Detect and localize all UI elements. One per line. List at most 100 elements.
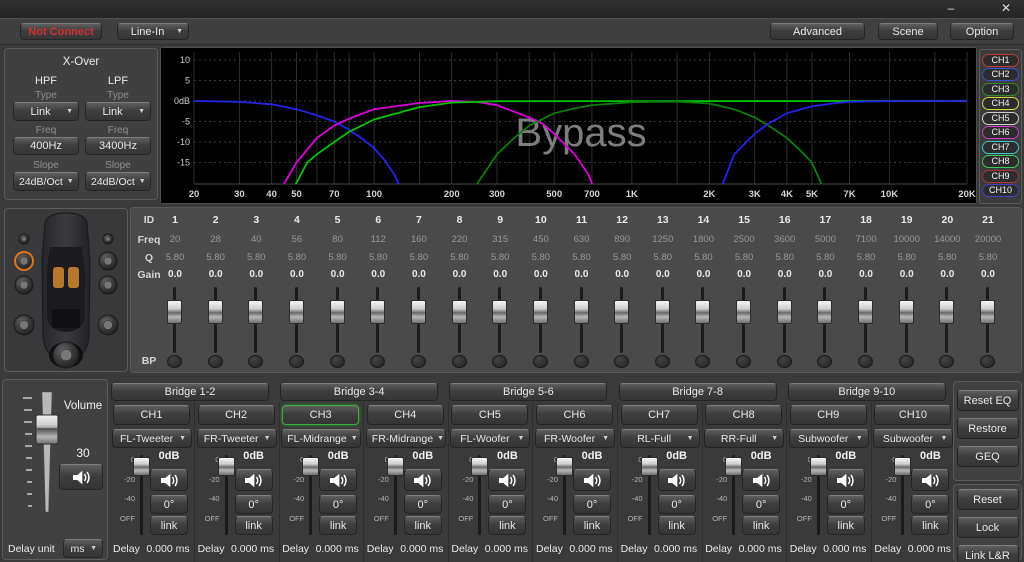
mute-button[interactable] [573,469,611,491]
graph-channel-button-ch10[interactable]: CH10 [982,184,1019,197]
channel-button-ch10[interactable]: CH10 [874,405,952,425]
eq-gain-slider-handle[interactable] [370,300,386,324]
channel-button-ch4[interactable]: CH4 [366,405,444,425]
advanced-button[interactable]: Advanced [770,23,865,40]
lock-button[interactable]: Lock [956,517,1019,538]
mute-button[interactable] [319,469,358,491]
bridge-button-4[interactable]: Bridge 7-8 [618,383,777,401]
speaker-fl-tweeter-icon[interactable] [18,233,30,245]
delay-unit-dropdown[interactable]: ms ▼ [63,539,103,558]
eq-gain-slider-handle[interactable] [980,300,995,324]
eq-bypass-button[interactable] [858,355,874,368]
eq-bypass-button[interactable] [451,355,467,368]
output-select-dropdown[interactable]: Subwoofer ▼ [873,429,954,448]
eq-bypass-button[interactable] [532,355,548,368]
speaker-fl-mid2-icon[interactable] [14,275,34,295]
eq-gain-slider-handle[interactable] [167,300,182,324]
channel-button-ch7[interactable]: CH7 [620,405,698,425]
speaker-fl-woofer-icon[interactable] [13,314,35,336]
eq-bypass-button[interactable] [695,355,711,368]
output-select-dropdown[interactable]: RL-Full ▼ [619,429,700,448]
eq-gain-slider-handle[interactable] [939,300,955,324]
output-select-dropdown[interactable]: FL-Woofer ▼ [450,429,531,448]
phase-button[interactable]: 0° [657,495,696,514]
output-select-dropdown[interactable]: FR-Midrange ▼ [365,429,446,448]
eq-bypass-button[interactable] [573,355,589,368]
input-source-dropdown[interactable]: Line-In ▼ [117,23,189,40]
eq-gain-slider-handle[interactable] [329,300,345,324]
hpf-slope-dropdown[interactable]: 24dB/Oct ▼ [13,172,79,191]
output-select-dropdown[interactable]: FL-Midrange ▼ [281,429,362,448]
geq-button[interactable]: GEQ [956,446,1019,467]
link-button[interactable]: link [911,516,950,535]
channel-button-ch8[interactable]: CH8 [705,405,783,425]
graph-channel-button-ch4[interactable]: CH4 [982,97,1019,110]
channel-button-ch6[interactable]: CH6 [536,405,613,425]
bridge-button-1[interactable]: Bridge 1-2 [111,383,269,401]
volume-slider-track[interactable] [41,391,53,513]
eq-bypass-button[interactable] [288,355,304,368]
scene-button[interactable]: Scene [878,23,938,40]
eq-gain-slider-handle[interactable] [614,300,630,324]
bridge-button-5[interactable]: Bridge 9-10 [787,383,946,401]
channel-button-ch2[interactable]: CH2 [197,405,275,425]
link-button[interactable]: link [742,516,781,535]
output-select-dropdown[interactable]: FL-Tweeter ▼ [112,429,192,448]
graph-channel-button-ch2[interactable]: CH2 [982,68,1019,81]
mute-button[interactable] [488,469,527,491]
speaker-fl-midrange-icon[interactable] [14,251,34,271]
graph-channel-button-ch3[interactable]: CH3 [982,82,1019,96]
eq-gain-slider-handle[interactable] [532,300,548,324]
eq-bypass-button[interactable] [817,355,833,368]
eq-bypass-button[interactable] [410,355,426,368]
speaker-fr-mid2-icon[interactable] [98,275,118,295]
mute-button[interactable] [911,469,950,491]
eq-bypass-button[interactable] [370,355,386,368]
minimize-button[interactable]: – [941,0,961,17]
link-lr-button[interactable]: Link L&R [956,545,1019,562]
channel-button-ch9[interactable]: CH9 [789,405,867,425]
hpf-freq-value[interactable]: 400Hz [13,137,79,155]
link-button[interactable]: link [234,516,273,535]
mute-button[interactable] [826,469,865,491]
option-button[interactable]: Option [950,23,1014,40]
bridge-button-2[interactable]: Bridge 3-4 [280,383,439,401]
graph-channel-button-ch1[interactable]: CH1 [982,53,1019,67]
mute-button[interactable] [657,469,696,491]
graph-channel-button-ch8[interactable]: CH8 [982,155,1019,168]
phase-button[interactable]: 0° [150,495,188,514]
eq-bypass-button[interactable] [329,355,345,368]
mute-button[interactable] [234,469,273,491]
close-button[interactable]: ✕ [996,0,1016,17]
speaker-fr-midrange-icon[interactable] [98,251,118,271]
output-select-dropdown[interactable]: RR-Full ▼ [704,429,785,448]
reset-button[interactable]: Reset [956,489,1019,510]
link-button[interactable]: link [488,516,527,535]
eq-gain-slider-handle[interactable] [492,300,508,324]
output-select-dropdown[interactable]: FR-Tweeter ▼ [196,429,277,448]
link-button[interactable]: link [319,516,358,535]
phase-button[interactable]: 0° [488,495,527,514]
link-button[interactable]: link [573,516,611,535]
eq-gain-slider-handle[interactable] [207,300,223,324]
link-button[interactable]: link [403,516,442,535]
phase-button[interactable]: 0° [911,495,950,514]
hpf-type-dropdown[interactable]: Link ▼ [13,102,79,121]
eq-bypass-button[interactable] [898,355,914,368]
bridge-button-3[interactable]: Bridge 5-6 [449,383,608,401]
eq-bypass-button[interactable] [776,355,792,368]
phase-button[interactable]: 0° [826,495,865,514]
graph-channel-button-ch9[interactable]: CH9 [982,169,1019,183]
eq-gain-slider-handle[interactable] [695,300,711,324]
phase-button[interactable]: 0° [234,495,273,514]
eq-gain-slider-handle[interactable] [654,300,670,324]
reset-eq-button[interactable]: Reset EQ [956,390,1019,411]
volume-slider[interactable] [15,388,67,518]
phase-button[interactable]: 0° [742,495,781,514]
restore-button[interactable]: Restore [956,418,1019,439]
eq-bypass-button[interactable] [736,355,752,368]
lpf-type-dropdown[interactable]: Link ▼ [85,102,151,121]
channel-button-ch5[interactable]: CH5 [451,405,529,425]
connect-status-button[interactable]: Not Connect [20,23,102,40]
eq-gain-slider-handle[interactable] [817,300,833,324]
